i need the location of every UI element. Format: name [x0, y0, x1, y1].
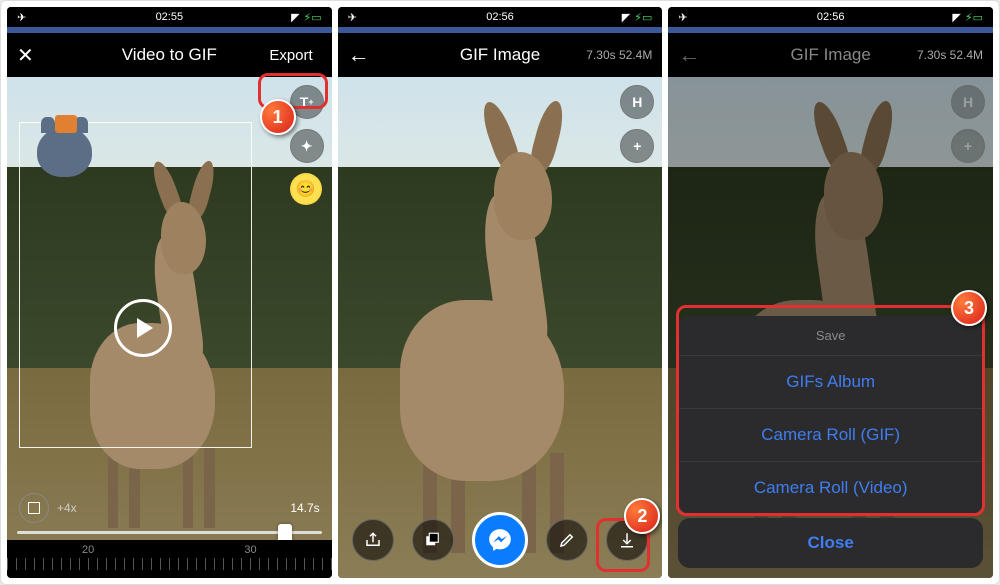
gift-sticker[interactable]	[55, 115, 77, 133]
status-bar: ✈︎ 02:56 ◤⚡︎▭	[338, 7, 663, 27]
sticker-tool-button[interactable]: ✦	[290, 129, 324, 163]
nav-bar: ← GIF Image 7.30s 52.4M	[338, 33, 663, 77]
editor-canvas[interactable]: T+ ✦ 😊 +4x 14.7s	[7, 77, 332, 578]
save-gifs-album[interactable]: GIFs Album	[678, 356, 983, 409]
status-time: 02:56	[668, 11, 993, 23]
phone-screen-3: ✈︎ 02:56 ◤⚡︎▭ ← GIF Image 7.30s 52.4M H …	[668, 7, 993, 578]
nav-bar: ← GIF Image 7.30s 52.4M	[668, 33, 993, 77]
cat-sticker[interactable]	[37, 127, 92, 177]
plus-button[interactable]: +	[620, 129, 654, 163]
emoji-tool-button[interactable]: 😊	[290, 173, 322, 205]
duration-label: 14.7s	[290, 501, 319, 515]
callout-3: 3	[951, 290, 987, 326]
preview-area: H +	[338, 77, 663, 578]
timeline-ruler[interactable]: 20 30	[7, 540, 332, 578]
phone-screen-1: ✈︎ 02:55 ◤⚡︎▭ ✕ Video to GIF Export T+	[7, 7, 332, 578]
sheet-close-button[interactable]: Close	[678, 518, 983, 568]
play-button[interactable]	[114, 299, 172, 357]
status-time: 02:56	[338, 11, 663, 23]
preview-area: H + Save GIFs Album Camera Roll (GIF) Ca…	[668, 77, 993, 578]
nav-bar: ✕ Video to GIF Export	[7, 33, 332, 77]
status-bar: ✈︎ 02:56 ◤⚡︎▭	[668, 7, 993, 27]
sheet-header: Save	[678, 316, 983, 356]
gif-info: 7.30s 52.4M	[917, 48, 983, 62]
save-camera-roll-gif[interactable]: Camera Roll (GIF)	[678, 409, 983, 462]
trim-slider[interactable]	[17, 522, 322, 542]
save-sheet: Save GIFs Album Camera Roll (GIF) Camera…	[678, 316, 983, 514]
close-button[interactable]: ✕	[17, 43, 34, 68]
h-button[interactable]: H	[620, 85, 654, 119]
callout-1: 1	[260, 99, 296, 135]
edit-button[interactable]	[546, 519, 588, 561]
back-button[interactable]: ←	[678, 42, 700, 68]
status-time: 02:55	[7, 11, 332, 23]
back-button[interactable]: ←	[348, 42, 370, 68]
status-bar: ✈︎ 02:55 ◤⚡︎▭	[7, 7, 332, 27]
phone-screen-2: ✈︎ 02:56 ◤⚡︎▭ ← GIF Image 7.30s 52.4M H …	[338, 7, 663, 578]
messenger-button[interactable]	[472, 512, 528, 568]
gif-info: 7.30s 52.4M	[586, 48, 652, 62]
export-button[interactable]: Export	[260, 42, 321, 69]
frames-button[interactable]	[412, 519, 454, 561]
save-camera-roll-video[interactable]: Camera Roll (Video)	[678, 462, 983, 514]
share-button[interactable]	[352, 519, 394, 561]
speed-label: +4x	[57, 501, 77, 515]
stop-button[interactable]	[19, 493, 49, 523]
